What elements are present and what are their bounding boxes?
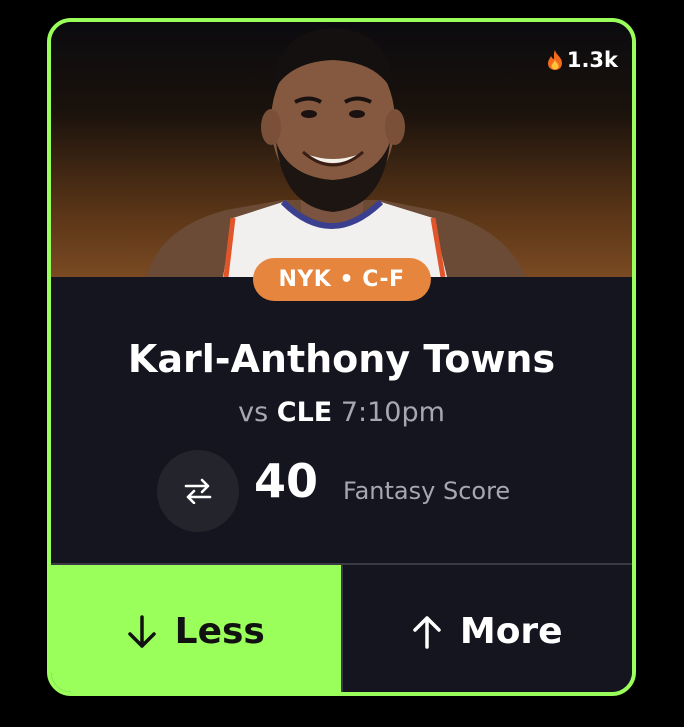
stat-label: Fantasy Score: [343, 477, 511, 505]
opponent-team: CLE: [276, 397, 333, 428]
swap-icon: [184, 478, 212, 504]
arrow-down-icon: [127, 614, 156, 648]
arrow-up-icon: [413, 615, 441, 649]
flame-icon: [547, 50, 562, 70]
game-time: 7:10pm: [340, 397, 445, 428]
trending-count: 1.3k: [566, 48, 618, 72]
less-label: Less: [174, 611, 265, 652]
trending-indicator: 1.3k: [546, 48, 618, 72]
player-name: Karl-Anthony Towns: [127, 337, 556, 381]
pick-buttons: Less More: [51, 563, 632, 692]
game-info: vs CLE 7:10pm: [51, 397, 632, 428]
more-button[interactable]: More: [340, 565, 632, 692]
matchup-prefix: vs: [238, 397, 269, 428]
less-button[interactable]: Less: [51, 565, 341, 692]
player-projection-card[interactable]: 1.3k NYK • C-F Karl-Anthony Towns vs CLE…: [47, 18, 636, 696]
projection-value: 40: [254, 454, 319, 508]
swap-button[interactable]: [157, 450, 239, 532]
more-label: More: [459, 611, 563, 652]
team-position-badge: NYK • C-F: [252, 258, 431, 301]
player-hero: 1.3k: [51, 22, 632, 277]
